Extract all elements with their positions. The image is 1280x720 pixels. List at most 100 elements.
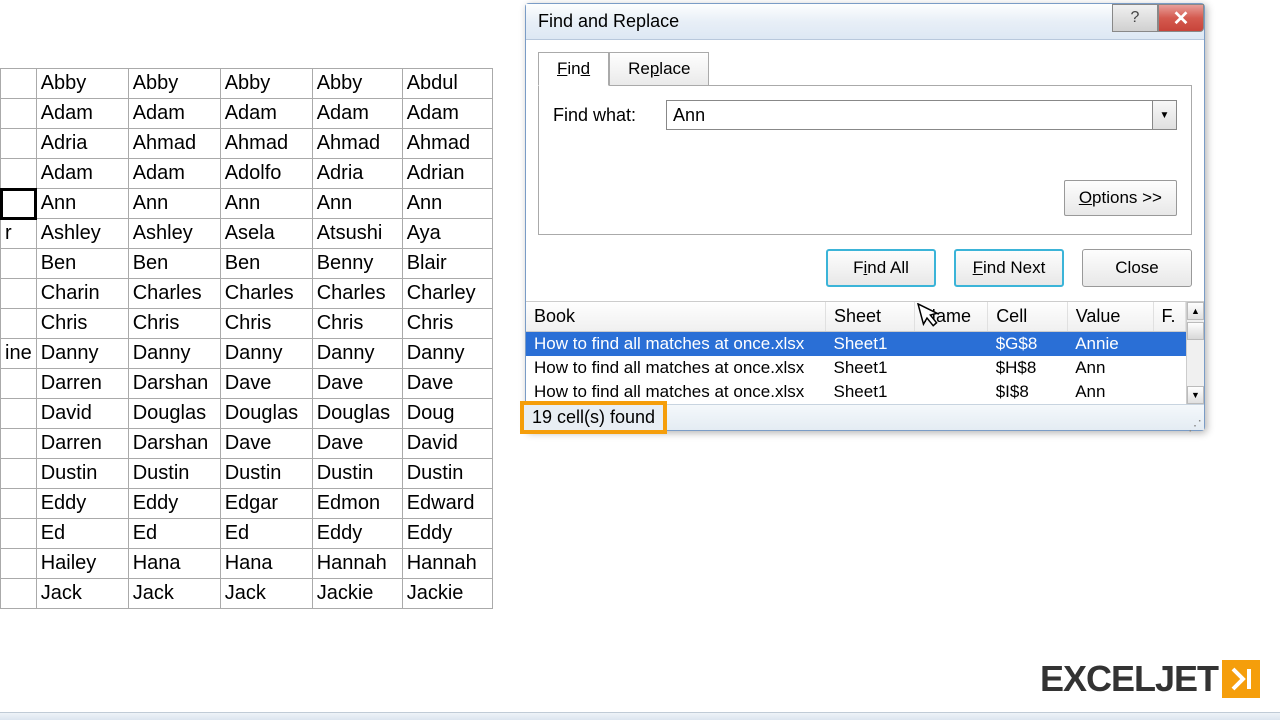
cell[interactable]: Adam <box>402 99 492 129</box>
cell[interactable]: Aya <box>402 219 492 249</box>
cell[interactable]: Douglas <box>220 399 312 429</box>
cell[interactable]: David <box>36 399 128 429</box>
cell[interactable]: Abdul <box>402 69 492 99</box>
cell[interactable]: Ann <box>128 189 220 219</box>
cell[interactable]: Ahmad <box>402 129 492 159</box>
cell[interactable]: Ann <box>36 189 128 219</box>
cell[interactable]: Dave <box>312 429 402 459</box>
cell[interactable]: Dave <box>312 369 402 399</box>
cell[interactable]: Danny <box>128 339 220 369</box>
cell[interactable]: Ahmad <box>128 129 220 159</box>
cell[interactable]: Abby <box>220 69 312 99</box>
cell[interactable]: Adria <box>312 159 402 189</box>
cell[interactable]: Dave <box>402 369 492 399</box>
spreadsheet-grid[interactable]: AbbyAbbyAbbyAbbyAbdulAdamAdamAdamAdamAda… <box>0 68 493 609</box>
cell[interactable]: Charley <box>402 279 492 309</box>
cell[interactable] <box>1 459 37 489</box>
options-button[interactable]: Options >> <box>1064 180 1177 216</box>
cell[interactable]: Jack <box>36 579 128 609</box>
cell[interactable]: Jack <box>220 579 312 609</box>
cell[interactable] <box>1 429 37 459</box>
cell[interactable]: Adam <box>128 99 220 129</box>
cell[interactable]: Ann <box>312 189 402 219</box>
tab-replace[interactable]: Replace <box>609 52 709 86</box>
cell[interactable]: Adam <box>36 99 128 129</box>
cell[interactable]: Dustin <box>312 459 402 489</box>
cell[interactable]: Edgar <box>220 489 312 519</box>
cell[interactable] <box>1 159 37 189</box>
cell[interactable] <box>1 129 37 159</box>
results-header-formula[interactable]: F. <box>1153 302 1186 332</box>
cell[interactable]: Darshan <box>128 429 220 459</box>
cell[interactable]: Adam <box>36 159 128 189</box>
cell[interactable]: Ahmad <box>220 129 312 159</box>
cell[interactable]: Douglas <box>312 399 402 429</box>
cell[interactable]: Adam <box>312 99 402 129</box>
cell[interactable]: Edmon <box>312 489 402 519</box>
cell[interactable]: Blair <box>402 249 492 279</box>
cell[interactable]: Hana <box>220 549 312 579</box>
cell[interactable] <box>1 309 37 339</box>
cell[interactable]: Edward <box>402 489 492 519</box>
cell[interactable]: Charles <box>220 279 312 309</box>
cell[interactable]: Darshan <box>128 369 220 399</box>
cell[interactable]: Ashley <box>128 219 220 249</box>
cell[interactable] <box>1 69 37 99</box>
help-button[interactable]: ? <box>1112 4 1158 32</box>
cell[interactable]: Danny <box>402 339 492 369</box>
cell[interactable]: Charles <box>312 279 402 309</box>
cell[interactable]: Danny <box>220 339 312 369</box>
cell[interactable]: Charles <box>128 279 220 309</box>
cell[interactable]: Adolfo <box>220 159 312 189</box>
cell[interactable]: Abby <box>36 69 128 99</box>
cell[interactable]: Dave <box>220 369 312 399</box>
cell[interactable]: Jackie <box>312 579 402 609</box>
cell[interactable]: Adam <box>220 99 312 129</box>
result-row[interactable]: How to find all matches at once.xlsxShee… <box>526 356 1186 380</box>
cell[interactable]: Ashley <box>36 219 128 249</box>
cell[interactable]: Chris <box>312 309 402 339</box>
cell[interactable]: Chris <box>128 309 220 339</box>
cell[interactable]: Charin <box>36 279 128 309</box>
cell[interactable]: Ed <box>36 519 128 549</box>
cell[interactable]: Eddy <box>312 519 402 549</box>
tab-find[interactable]: Find <box>538 52 609 86</box>
cell[interactable]: Douglas <box>128 399 220 429</box>
find-all-button[interactable]: Find All <box>826 249 936 287</box>
cell[interactable]: Dustin <box>220 459 312 489</box>
cell[interactable]: Danny <box>36 339 128 369</box>
find-next-button[interactable]: Find Next <box>954 249 1064 287</box>
cell[interactable]: Eddy <box>402 519 492 549</box>
cell[interactable]: Hannah <box>402 549 492 579</box>
cell[interactable]: Chris <box>402 309 492 339</box>
cell[interactable] <box>1 579 37 609</box>
find-history-dropdown[interactable]: ▼ <box>1153 100 1177 130</box>
cell[interactable] <box>1 489 37 519</box>
cell[interactable]: Ben <box>128 249 220 279</box>
cell[interactable]: Eddy <box>128 489 220 519</box>
cell[interactable]: Hailey <box>36 549 128 579</box>
cell[interactable]: Adrian <box>402 159 492 189</box>
cell[interactable]: Chris <box>220 309 312 339</box>
cell[interactable]: Darren <box>36 369 128 399</box>
cell[interactable] <box>1 279 37 309</box>
cell[interactable]: Chris <box>36 309 128 339</box>
cell[interactable]: Ann <box>220 189 312 219</box>
cell[interactable] <box>1 369 37 399</box>
cell[interactable]: Benny <box>312 249 402 279</box>
cell[interactable]: Dustin <box>402 459 492 489</box>
cell[interactable]: Ed <box>128 519 220 549</box>
cell[interactable]: Abby <box>312 69 402 99</box>
cell[interactable]: David <box>402 429 492 459</box>
cell[interactable]: Danny <box>312 339 402 369</box>
cell[interactable]: Ben <box>36 249 128 279</box>
close-button[interactable]: Close <box>1082 249 1192 287</box>
cell[interactable] <box>1 249 37 279</box>
cell[interactable]: Dustin <box>128 459 220 489</box>
results-header-value[interactable]: Value <box>1067 302 1153 332</box>
scroll-down-button[interactable]: ▼ <box>1187 386 1204 404</box>
cell[interactable]: Hana <box>128 549 220 579</box>
results-header-book[interactable]: Book <box>526 302 826 332</box>
find-what-input[interactable] <box>666 100 1153 130</box>
results-table[interactable]: Book Sheet Name Cell Value F. How to fin… <box>526 302 1186 404</box>
